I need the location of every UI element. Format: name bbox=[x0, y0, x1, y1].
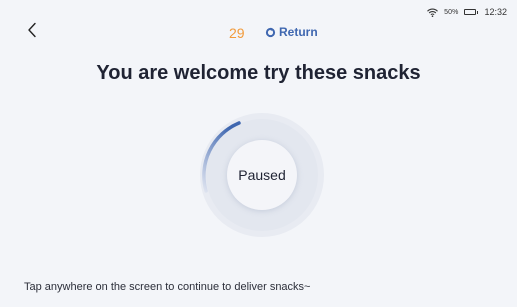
clock: 12:32 bbox=[484, 7, 507, 17]
battery-icon bbox=[464, 9, 479, 15]
screen[interactable]: { "status_bar": { "battery_percent": "50… bbox=[0, 0, 517, 307]
battery-percent: 50% bbox=[444, 8, 459, 16]
page-title: You are welcome try these snacks bbox=[96, 62, 421, 84]
return-button[interactable]: Return bbox=[265, 25, 318, 39]
pause-state-label: Paused bbox=[238, 167, 286, 183]
countdown-timer: 29 bbox=[229, 25, 245, 41]
pause-state-button[interactable]: Paused bbox=[227, 140, 297, 210]
continue-hint: Tap anywhere on the screen to continue t… bbox=[24, 281, 311, 293]
return-icon bbox=[265, 27, 276, 38]
wifi-icon bbox=[427, 8, 439, 17]
paused-dial[interactable]: Paused bbox=[198, 111, 326, 239]
chevron-left-icon bbox=[27, 22, 37, 43]
return-label: Return bbox=[279, 25, 318, 39]
back-button[interactable] bbox=[22, 22, 42, 42]
status-bar: 50% 12:32 bbox=[427, 6, 507, 18]
